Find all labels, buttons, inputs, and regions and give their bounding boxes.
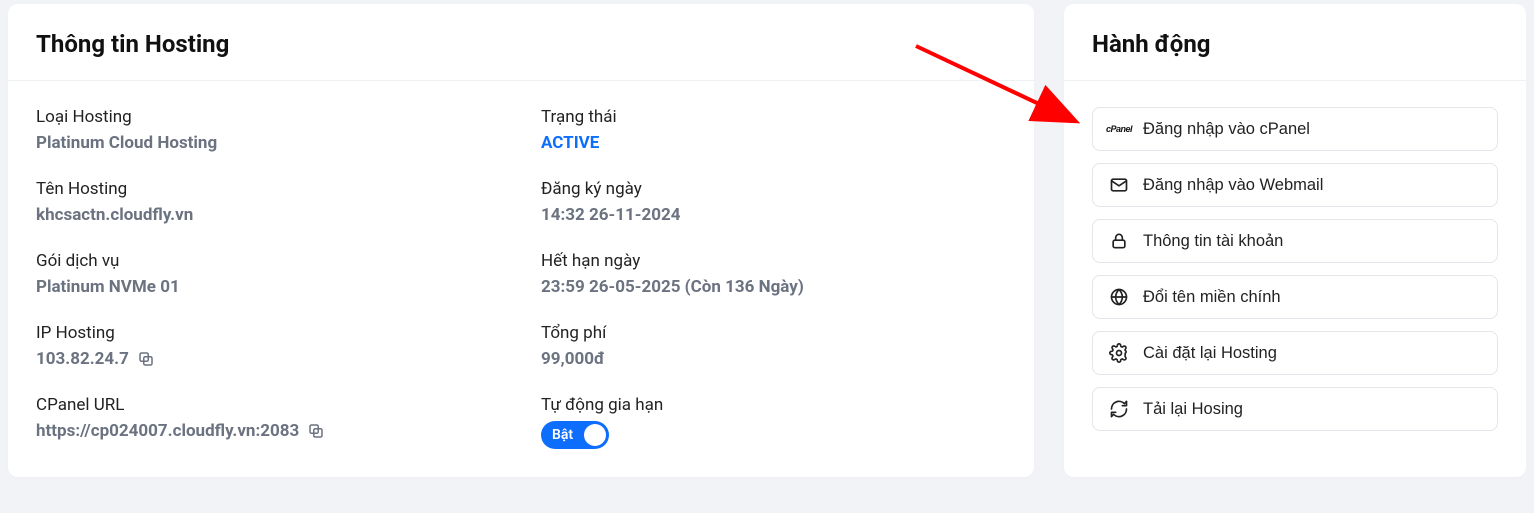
login-webmail-button[interactable]: Đăng nhập vào Webmail (1092, 163, 1498, 207)
status-label: Trạng thái (541, 107, 1006, 127)
hosting-type-value: Platinum Cloud Hosting (36, 133, 501, 153)
login-cpanel-button[interactable]: cPanel Đăng nhập vào cPanel (1092, 107, 1498, 151)
refresh-icon (1109, 399, 1129, 419)
exp-date-suffix: Ngày) (754, 277, 803, 297)
hosting-info-title: Thông tin Hosting (36, 30, 1006, 58)
cpanel-url-label: CPanel URL (36, 395, 501, 415)
copy-url-icon[interactable] (307, 422, 325, 440)
action-label: Đăng nhập vào Webmail (1143, 176, 1323, 195)
exp-date-label: Hết hạn ngày (541, 251, 1006, 271)
mail-icon (1109, 175, 1129, 195)
hosting-name-label: Tên Hosting (36, 179, 501, 199)
status-value: ACTIVE (541, 133, 1006, 153)
hosting-info-left-column: Loại Hosting Platinum Cloud Hosting Tên … (36, 107, 501, 449)
globe-icon (1109, 287, 1129, 307)
hosting-info-header: Thông tin Hosting (8, 4, 1034, 81)
plan-value: Platinum NVMe 01 (36, 277, 501, 297)
hosting-info-right-column: Trạng thái ACTIVE Đăng ký ngày 14:32 26-… (541, 107, 1006, 449)
exp-date-days: 136 (725, 277, 754, 297)
ip-label: IP Hosting (36, 323, 501, 343)
reg-date-label: Đăng ký ngày (541, 179, 1006, 199)
toggle-knob (584, 424, 606, 446)
action-label: Thông tin tài khoản (1143, 232, 1283, 251)
hosting-info-card: Thông tin Hosting Loại Hosting Platinum … (8, 4, 1034, 477)
autorenew-label: Tự động gia hạn (541, 395, 1006, 415)
ip-value: 103.82.24.7 (36, 349, 129, 369)
reload-hosting-button[interactable]: Tải lại Hosing (1092, 387, 1498, 431)
action-label: Đăng nhập vào cPanel (1143, 120, 1310, 139)
hosting-name-value: khcsactn.cloudfly.vn (36, 205, 501, 225)
lock-icon (1109, 231, 1129, 251)
exp-date-prefix: 23:59 26-05-2025 (Còn (541, 277, 725, 297)
gear-icon (1109, 343, 1129, 363)
hosting-type-label: Loại Hosting (36, 107, 501, 127)
cpanel-icon: cPanel (1109, 119, 1129, 139)
reg-date-value: 14:32 26-11-2024 (541, 205, 1006, 225)
change-domain-button[interactable]: Đổi tên miền chính (1092, 275, 1498, 319)
exp-date-value: 23:59 26-05-2025 (Còn 136 Ngày) (541, 277, 1006, 297)
autorenew-toggle[interactable]: Bật (541, 421, 609, 449)
actions-card: Hành động cPanel Đăng nhập vào cPanel Đă… (1064, 4, 1526, 477)
autorenew-toggle-label: Bật (552, 427, 573, 443)
total-label: Tổng phí (541, 323, 1006, 343)
cpanel-url-value: https://cp024007.cloudfly.vn:2083 (36, 421, 299, 441)
action-label: Đổi tên miền chính (1143, 288, 1281, 307)
actions-header: Hành động (1064, 4, 1526, 81)
reinstall-hosting-button[interactable]: Cài đặt lại Hosting (1092, 331, 1498, 375)
plan-label: Gói dịch vụ (36, 251, 501, 271)
actions-title: Hành động (1092, 30, 1498, 58)
account-info-button[interactable]: Thông tin tài khoản (1092, 219, 1498, 263)
action-label: Tải lại Hosing (1143, 400, 1243, 419)
action-label: Cài đặt lại Hosting (1143, 344, 1277, 363)
copy-ip-icon[interactable] (137, 350, 155, 368)
total-value: 99,000đ (541, 349, 1006, 369)
